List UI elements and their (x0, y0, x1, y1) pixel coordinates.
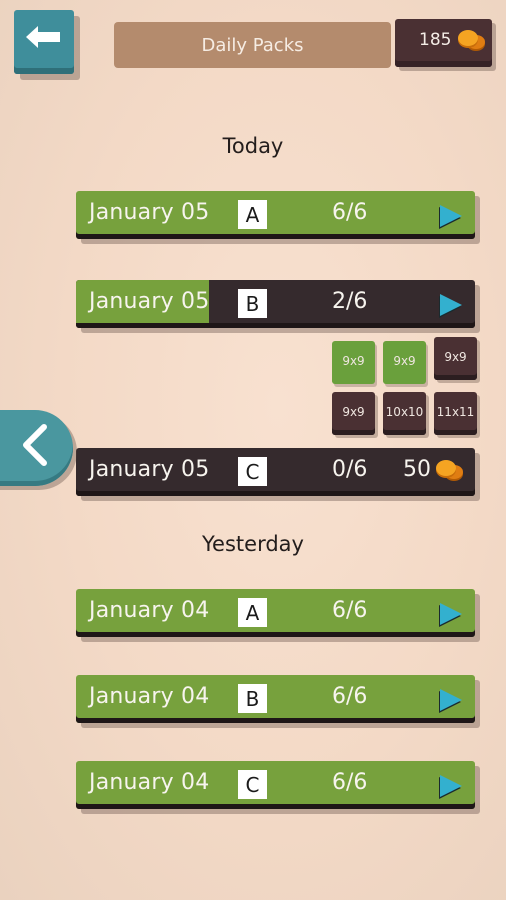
level-size: 10x10 (385, 404, 424, 419)
play-icon[interactable] (440, 205, 462, 227)
level-size: 9x9 (444, 349, 467, 364)
pack-progress-count: 6/6 (332, 598, 368, 623)
pack-letter: A (238, 598, 267, 627)
level-tile[interactable]: 10x10 (383, 392, 426, 435)
pack-date: January 04 (89, 770, 210, 795)
coin-stack-icon (457, 29, 487, 51)
pack-row[interactable]: January 05 B 2/6 (76, 280, 475, 328)
pack-date: January 05 (89, 289, 210, 314)
coin-balance: 185 (395, 19, 492, 67)
coin-count: 185 (419, 30, 452, 50)
pack-letter: C (238, 770, 267, 799)
level-tile[interactable]: 9x9 (332, 341, 375, 384)
pack-row[interactable]: January 04 B 6/6 (76, 675, 475, 723)
pack-letter: B (238, 684, 267, 713)
chevron-left-icon (22, 424, 47, 466)
back-button[interactable] (14, 10, 74, 74)
level-tile[interactable]: 11x11 (434, 392, 477, 435)
pack-progress-count: 0/6 (332, 457, 368, 482)
pack-row[interactable]: January 04 A 6/6 (76, 589, 475, 637)
level-size: 9x9 (342, 404, 365, 419)
level-size: 9x9 (342, 353, 365, 368)
pack-letter: B (238, 289, 267, 318)
pack-date: January 04 (89, 598, 210, 623)
pack-letter: C (238, 457, 267, 486)
pack-progress-count: 6/6 (332, 770, 368, 795)
level-size: 11x11 (436, 404, 475, 419)
pack-row[interactable]: January 05 A 6/6 (76, 191, 475, 239)
pack-date: January 05 (89, 200, 210, 225)
page-title: Daily Packs (114, 22, 391, 68)
coin-stack-icon (435, 459, 465, 481)
pack-row[interactable]: January 04 C 6/6 (76, 761, 475, 809)
pack-row[interactable]: January 05 C 0/6 50 (76, 448, 475, 496)
level-tile[interactable]: 9x9 (332, 392, 375, 435)
pack-progress-count: 6/6 (332, 200, 368, 225)
pack-date: January 04 (89, 684, 210, 709)
pack-date: January 05 (89, 457, 210, 482)
play-icon[interactable] (440, 775, 462, 797)
level-size: 9x9 (393, 353, 416, 368)
pack-progress-count: 2/6 (332, 289, 368, 314)
unlock-cost[interactable]: 50 (403, 457, 465, 482)
section-title-today: Today (222, 134, 284, 158)
pack-progress-count: 6/6 (332, 684, 368, 709)
level-tile[interactable]: 9x9 (434, 337, 477, 380)
level-tile[interactable]: 9x9 (383, 341, 426, 384)
play-icon[interactable] (440, 689, 462, 711)
section-title-yesterday: Yesterday (202, 532, 304, 556)
arrow-left-icon (26, 26, 60, 48)
pack-letter: A (238, 200, 267, 229)
previous-page-button[interactable] (0, 410, 73, 486)
unlock-cost-value: 50 (403, 457, 431, 482)
play-icon[interactable] (440, 603, 462, 625)
play-icon[interactable] (440, 294, 462, 316)
